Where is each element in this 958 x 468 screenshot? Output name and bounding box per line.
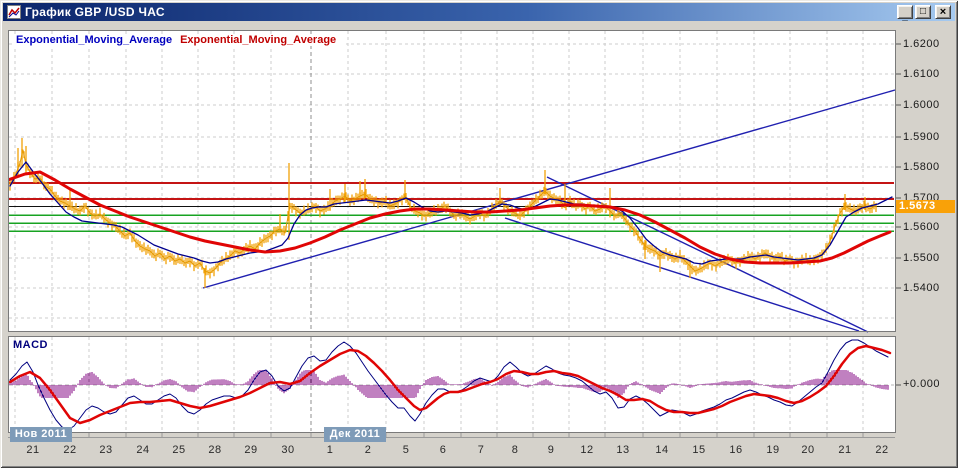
window-title: График GBP /USD ЧАС [25, 5, 165, 19]
day-label: 21 [838, 444, 852, 456]
day-label: 16 [729, 444, 743, 456]
day-label: 24 [136, 444, 150, 456]
day-label: 20 [801, 444, 815, 456]
day-label: 19 [766, 444, 780, 456]
chart-app-icon [7, 5, 21, 19]
price-tick-label: 1.5800 [903, 161, 940, 173]
day-label: 29 [244, 444, 258, 456]
macd-panel[interactable] [8, 336, 958, 434]
day-label: 7 [477, 444, 485, 456]
day-label: 2 [364, 444, 372, 456]
price-tick-label: 1.6100 [903, 68, 940, 80]
price-tick-label: 1.5900 [903, 131, 940, 143]
minimize-button[interactable]: _ [897, 5, 913, 22]
day-label: 22 [875, 444, 889, 456]
window-controls: _ □ × [897, 5, 953, 22]
close-button[interactable]: × [935, 5, 951, 19]
day-label: 14 [655, 444, 669, 456]
legend-ema-slow: Exponential_Moving_Average [180, 34, 337, 46]
maximize-button[interactable]: □ [915, 5, 931, 19]
day-label: 5 [402, 444, 410, 456]
day-label: 23 [99, 444, 113, 456]
legend-ema-fast: Exponential_Moving_Average [16, 34, 173, 46]
price-tick-label: 1.6200 [903, 38, 940, 50]
day-label: 8 [511, 444, 519, 456]
macd-label: MACD [13, 339, 48, 351]
price-tick-label: 1.6000 [903, 99, 940, 111]
day-label: 22 [63, 444, 77, 456]
day-label: 30 [281, 444, 295, 456]
day-label: 6 [439, 444, 447, 456]
month-label-dec: Дек 2011 [324, 427, 386, 442]
current-price-tag: 1.5673 [896, 200, 955, 213]
month-label-nov: Нов 2011 [10, 427, 72, 442]
price-tick-label: 1.5600 [903, 221, 940, 233]
day-label: 21 [26, 444, 40, 456]
day-label: 12 [580, 444, 594, 456]
app-window: График GBP /USD ЧАС _ □ × Exponential_Mo… [0, 0, 958, 468]
price-tick-label: 1.5500 [903, 252, 940, 264]
macd-zero-value: +0.000 [903, 378, 940, 390]
day-label: 9 [547, 444, 555, 456]
main-price-chart[interactable] [8, 30, 958, 333]
day-label: 25 [172, 444, 186, 456]
day-label: 28 [208, 444, 222, 456]
indicator-legend: Exponential_Moving_Average Exponential_Mo… [14, 34, 347, 46]
day-label: 13 [616, 444, 630, 456]
day-label: 1 [326, 444, 334, 456]
title-bar[interactable]: График GBP /USD ЧАС _ □ × [3, 3, 955, 22]
day-label: 15 [692, 444, 706, 456]
price-tick-label: 1.5400 [903, 282, 940, 294]
